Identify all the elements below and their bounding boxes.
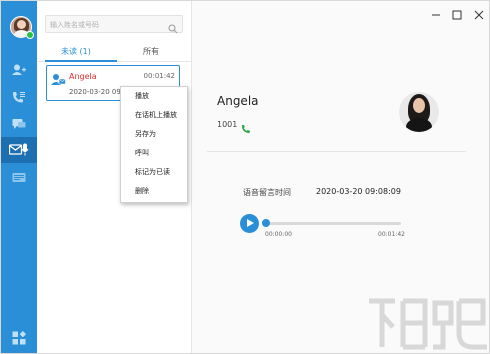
phone-icon[interactable] xyxy=(241,119,251,138)
close-button[interactable] xyxy=(474,5,484,24)
menu-item-play-on-phone[interactable]: 在话机上播放 xyxy=(121,106,187,125)
nav-rail xyxy=(1,1,39,353)
caller-name: Angela xyxy=(69,72,97,81)
total-time: 00:01:42 xyxy=(378,231,405,238)
progress-track[interactable] xyxy=(265,222,401,225)
conference-icon[interactable] xyxy=(1,166,37,190)
divider xyxy=(207,151,466,152)
voicemail-time-label: 语音留言时间 xyxy=(243,188,291,197)
menu-item-mark-read[interactable]: 标记为已读 xyxy=(121,163,187,182)
app-window: 未读 (1) 所有 Angela 00:01:42 2020-03-20 09:… xyxy=(0,0,490,354)
tab-all[interactable]: 所有 xyxy=(143,46,159,57)
contact-name: Angela xyxy=(217,94,259,108)
contact-photo xyxy=(399,92,439,132)
voicemail-time-value: 2020-03-20 09:08:09 xyxy=(316,187,401,196)
contact-extension: 1001 xyxy=(217,120,238,129)
chat-icon[interactable] xyxy=(1,112,37,136)
search-input[interactable] xyxy=(50,18,160,31)
add-contact-icon[interactable] xyxy=(1,58,37,82)
context-menu: 播放 在话机上播放 另存为 呼叫 标记为已读 删除 xyxy=(120,86,188,203)
online-status-icon xyxy=(26,31,34,39)
call-log-icon[interactable] xyxy=(1,85,37,109)
menu-item-delete[interactable]: 删除 xyxy=(121,182,187,201)
play-button[interactable] xyxy=(240,214,259,233)
active-tab-underline xyxy=(45,60,117,62)
filter-tabs: 未读 (1) 所有 xyxy=(37,44,192,62)
maximize-button[interactable] xyxy=(452,5,462,24)
watermark-logo xyxy=(369,298,487,350)
menu-item-play[interactable]: 播放 xyxy=(121,87,187,106)
current-time: 00:00:00 xyxy=(265,231,292,238)
voicemail-user-icon xyxy=(51,71,66,90)
menu-item-call[interactable]: 呼叫 xyxy=(121,144,187,163)
voicemail-duration: 00:01:42 xyxy=(143,72,175,80)
tab-unread[interactable]: 未读 (1) xyxy=(61,46,91,57)
menu-item-save-as[interactable]: 另存为 xyxy=(121,125,187,144)
minimize-button[interactable] xyxy=(431,5,441,24)
search-icon[interactable] xyxy=(168,19,178,38)
search-box xyxy=(45,15,183,34)
progress-knob[interactable] xyxy=(262,219,270,227)
apps-icon[interactable] xyxy=(1,326,37,350)
